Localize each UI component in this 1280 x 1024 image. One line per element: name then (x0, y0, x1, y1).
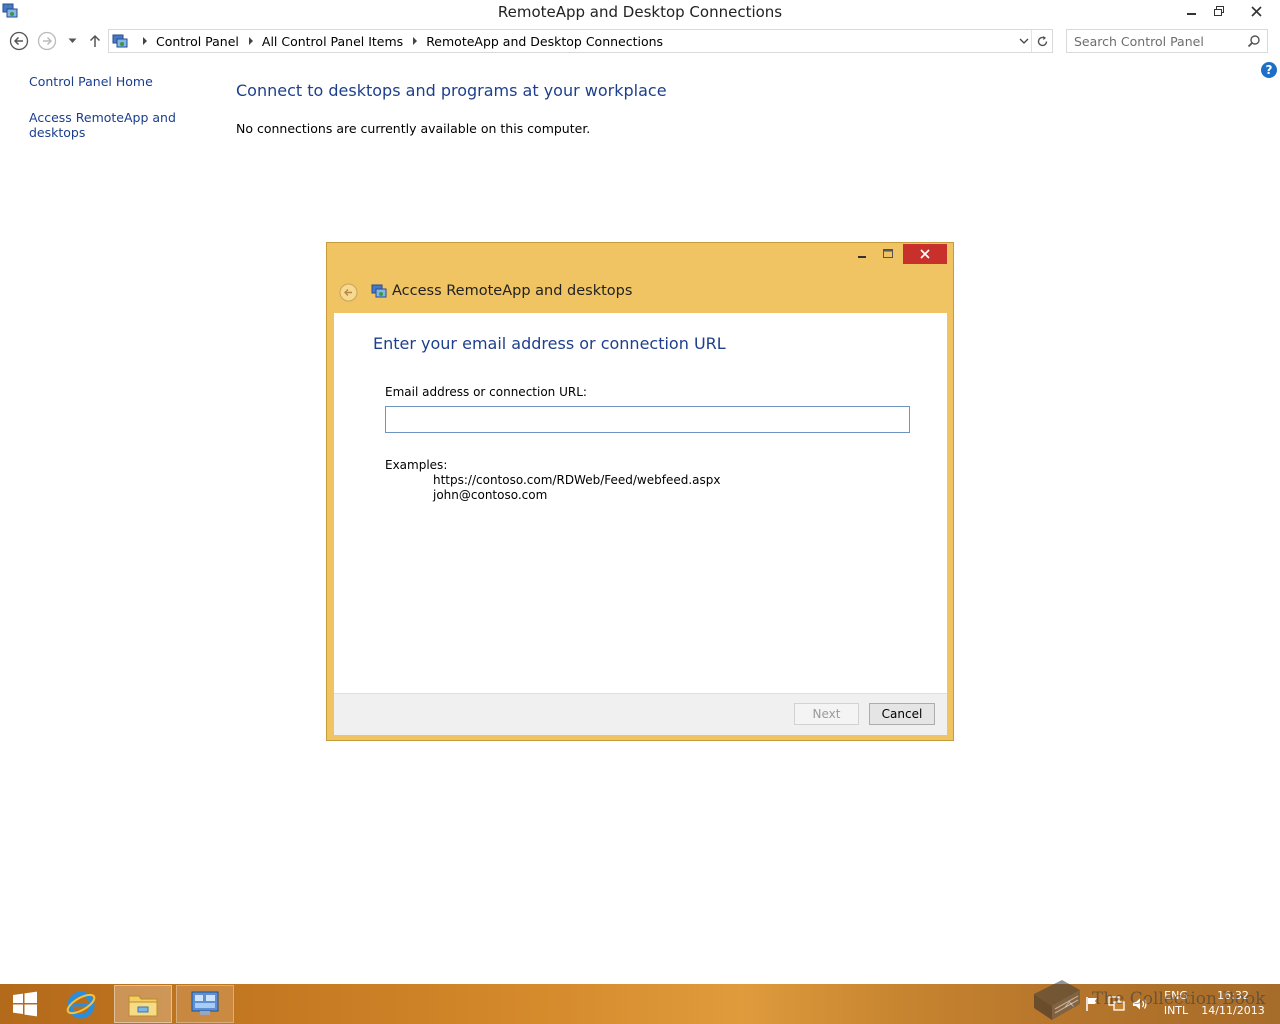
window-titlebar: RemoteApp and Desktop Connections (0, 0, 1280, 24)
start-button[interactable] (0, 985, 50, 1023)
dialog-maximize-button[interactable] (876, 244, 900, 264)
folder-icon (128, 995, 158, 1017)
minimize-button[interactable] (1178, 0, 1206, 22)
control-panel-icon (112, 34, 128, 48)
dialog-minimize-button[interactable] (850, 244, 874, 264)
clock[interactable]: 16:32 14/11/2013 (1198, 988, 1268, 1018)
up-button[interactable] (86, 31, 104, 51)
up-arrow-icon (89, 34, 101, 47)
dialog-body: Enter your email address or connection U… (334, 313, 947, 693)
address-bar[interactable]: Control Panel All Control Panel Items Re… (108, 29, 1053, 53)
refresh-icon (1037, 35, 1048, 46)
access-remoteapp-link[interactable]: Access RemoteApp and desktops (29, 110, 179, 140)
restore-icon (1214, 6, 1224, 16)
network-icon (1108, 996, 1125, 1011)
control-panel-taskbar-button[interactable] (176, 985, 234, 1023)
control-panel-icon (191, 991, 219, 1015)
keyboard-layout: INTL (1163, 1004, 1189, 1017)
navigation-bar: Control Panel All Control Panel Items Re… (0, 26, 1280, 56)
action-center-button[interactable] (1082, 984, 1102, 1024)
recent-locations-button[interactable] (64, 32, 80, 50)
network-button[interactable] (1106, 984, 1128, 1024)
maximize-icon (883, 249, 893, 258)
minimize-icon (1187, 13, 1196, 15)
dialog-footer: Next Cancel (334, 693, 947, 735)
chevron-down-icon (1019, 38, 1029, 44)
window-title: RemoteApp and Desktop Connections (497, 3, 783, 21)
dialog-back-icon[interactable] (339, 283, 358, 302)
internet-explorer-button[interactable] (52, 985, 110, 1023)
search-input[interactable] (1067, 30, 1237, 52)
breadcrumb-separator-icon[interactable] (143, 37, 147, 45)
search-icon[interactable] (1247, 34, 1261, 48)
page-title: Connect to desktops and programs at your… (236, 81, 667, 100)
forward-arrow-icon (37, 31, 57, 51)
close-icon (920, 249, 930, 259)
breadcrumb-separator-icon[interactable] (413, 37, 418, 45)
taskbar: ENG INTL 16:32 14/11/2013 (0, 984, 1280, 1024)
internet-explorer-icon (66, 991, 96, 1019)
refresh-button[interactable] (1031, 30, 1053, 52)
clock-date: 14/11/2013 (1201, 1004, 1265, 1017)
access-remoteapp-dialog: Access RemoteApp and desktops Enter your… (326, 242, 954, 741)
clock-time: 16:32 (1217, 989, 1249, 1002)
remoteapp-icon (371, 284, 387, 298)
example-url: https://contoso.com/RDWeb/Feed/webfeed.a… (433, 473, 721, 487)
help-icon[interactable]: ? (1261, 62, 1277, 78)
language-indicator[interactable]: ENG INTL (1158, 988, 1194, 1018)
windows-logo-icon (13, 991, 37, 1017)
close-button[interactable] (1232, 0, 1280, 22)
search-box (1066, 29, 1268, 53)
restore-button[interactable] (1206, 0, 1232, 22)
back-button[interactable] (8, 30, 30, 52)
connection-url-input[interactable] (385, 406, 910, 433)
language-code: ENG (1164, 989, 1188, 1002)
next-button[interactable]: Next (794, 703, 859, 725)
example-email: john@contoso.com (433, 488, 548, 502)
connection-url-label: Email address or connection URL: (385, 385, 587, 399)
breadcrumb-control-panel[interactable]: Control Panel (156, 34, 239, 49)
flag-icon (1086, 997, 1097, 1011)
forward-button[interactable] (36, 30, 58, 52)
dialog-title: Access RemoteApp and desktops (392, 283, 633, 299)
show-hidden-icons-button[interactable] (1060, 984, 1078, 1024)
status-message: No connections are currently available o… (236, 121, 591, 136)
breadcrumb-current[interactable]: RemoteApp and Desktop Connections (426, 34, 663, 49)
breadcrumb-separator-icon[interactable] (248, 37, 253, 45)
volume-button[interactable] (1130, 984, 1150, 1024)
minimize-icon (858, 256, 866, 258)
breadcrumb-all-items[interactable]: All Control Panel Items (262, 34, 403, 49)
speaker-icon (1133, 998, 1147, 1010)
cancel-button[interactable]: Cancel (869, 703, 935, 725)
file-explorer-button[interactable] (114, 985, 172, 1023)
examples-label: Examples: (385, 458, 448, 472)
breadcrumb: Control Panel All Control Panel Items Re… (133, 30, 663, 52)
chevron-down-icon (68, 38, 76, 43)
chevron-up-icon (1064, 1001, 1074, 1007)
dialog-heading: Enter your email address or connection U… (373, 334, 726, 353)
dialog-close-button[interactable] (903, 244, 947, 264)
back-arrow-icon (9, 31, 29, 51)
control-panel-home-link[interactable]: Control Panel Home (29, 74, 153, 89)
close-icon (1250, 5, 1262, 17)
